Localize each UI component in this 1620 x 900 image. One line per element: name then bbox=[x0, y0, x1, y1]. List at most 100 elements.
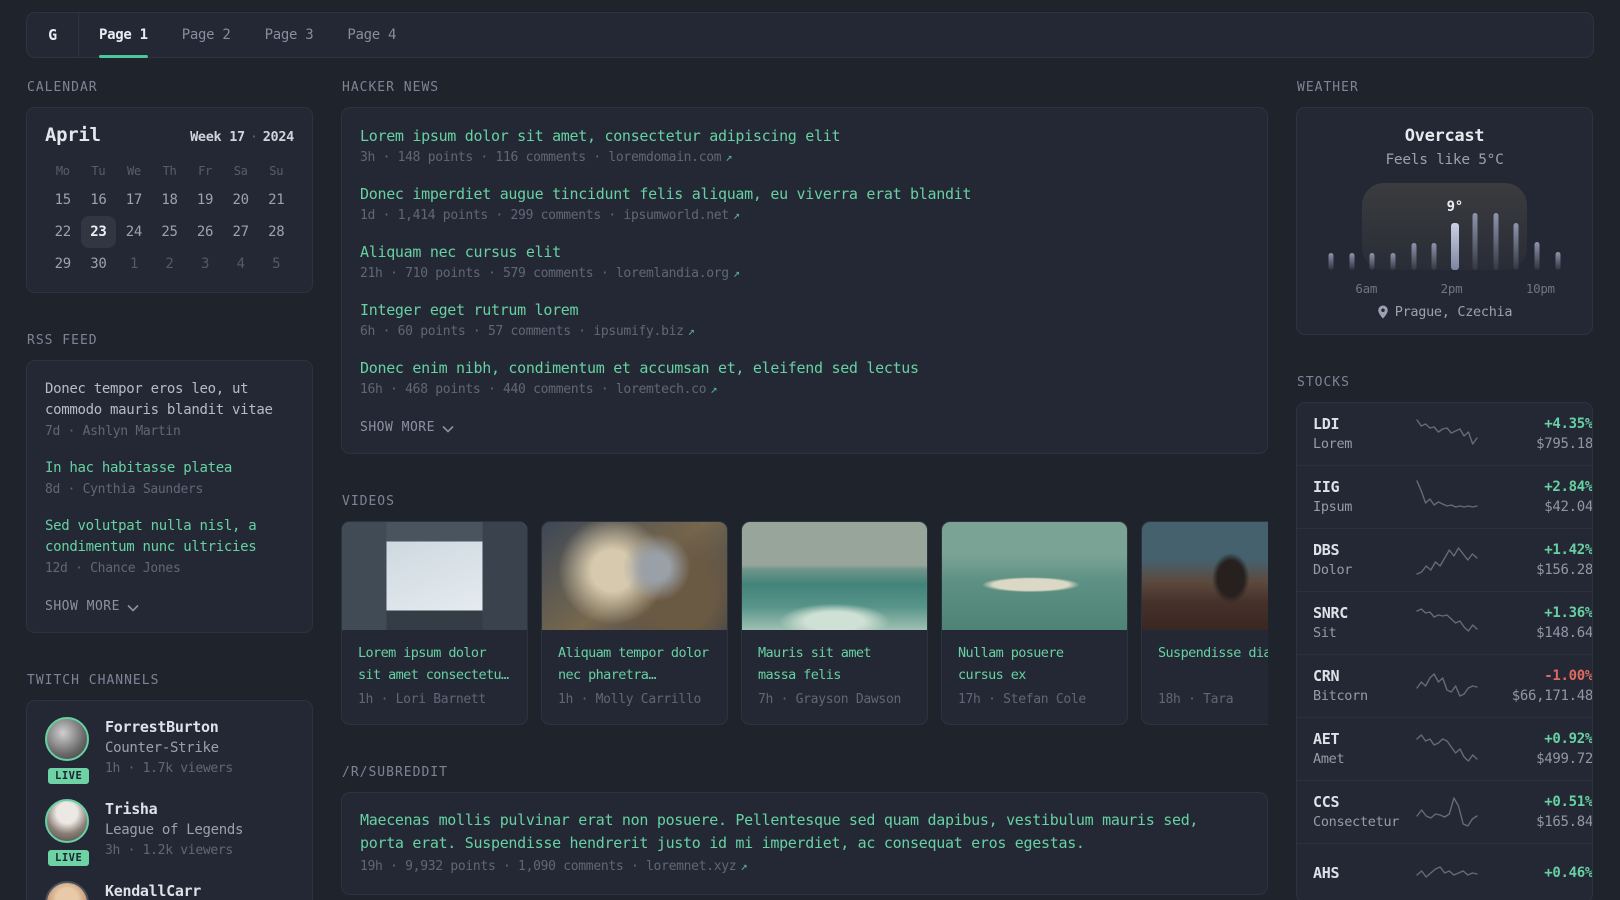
nav-tab-3[interactable]: Page 3 bbox=[265, 13, 314, 57]
section-title-twitch: TWITCH CHANNELS bbox=[27, 673, 160, 688]
stock-sparkline bbox=[1416, 866, 1478, 878]
app-logo[interactable]: G bbox=[27, 13, 79, 57]
stock-row[interactable]: CCS Consectetur +0.51% $165.84 bbox=[1297, 780, 1592, 843]
weather-bar bbox=[1349, 253, 1355, 270]
nav-tab-4[interactable]: Page 4 bbox=[347, 13, 396, 57]
twitch-channel-row[interactable]: KendallCarr bbox=[45, 881, 294, 900]
stock-price: $165.84 bbox=[1536, 814, 1593, 830]
rss-item-title[interactable]: In hac habitasse platea bbox=[45, 458, 294, 479]
section-title-stocks: STOCKS bbox=[1297, 375, 1350, 390]
stock-sparkline-wrap bbox=[1415, 668, 1479, 704]
calendar-day: 1 bbox=[129, 256, 138, 272]
video-thumbnail bbox=[542, 522, 727, 630]
rss-item: Sed volutpat nulla nisl, a condimentum n… bbox=[45, 516, 294, 579]
stock-row[interactable]: LDI Lorem +4.35% $795.18 bbox=[1297, 403, 1592, 465]
section-title-hackernews: HACKER NEWS bbox=[342, 80, 440, 95]
hackernews-item-meta: 16h · 468 points · 440 comments · loremt… bbox=[360, 382, 718, 397]
weather-time-label: 10pm bbox=[1525, 281, 1555, 296]
dot-separator: · bbox=[249, 129, 258, 145]
calendar-day: 19 bbox=[196, 192, 214, 208]
stock-name: Lorem bbox=[1313, 436, 1353, 452]
stock-sparkline-wrap bbox=[1415, 479, 1479, 515]
external-link-icon[interactable]: ↗ bbox=[733, 208, 740, 222]
hackernews-item-title[interactable]: Aliquam nec cursus elit bbox=[360, 242, 1249, 263]
video-card[interactable]: Suspendisse diam 18h · Tara bbox=[1141, 521, 1268, 725]
stock-symbol: CCS bbox=[1313, 793, 1340, 811]
hackernews-item: Donec imperdiet augue tincidunt felis al… bbox=[360, 184, 1249, 226]
stock-values: +1.36% $148.64 bbox=[1489, 603, 1593, 643]
video-thumbnail bbox=[942, 522, 1127, 630]
stock-sparkline bbox=[1416, 734, 1478, 762]
twitch-channel-meta: 3h · 1.2k viewers bbox=[105, 843, 233, 858]
rss-item-title[interactable]: Sed volutpat nulla nisl, a condimentum n… bbox=[45, 516, 294, 558]
avatar bbox=[45, 717, 89, 761]
weather-hour-slot bbox=[1486, 183, 1507, 270]
left-column: CALENDAR April Week 17 · 2024 Mo Tu We Th Fr Sa… bbox=[26, 80, 313, 900]
subreddit-post-title[interactable]: Maecenas mollis pulvinar erat non posuer… bbox=[360, 809, 1249, 855]
twitch-channel-info: Trisha League of Legends 3h · 1.2k viewe… bbox=[105, 799, 244, 861]
stock-price: $148.64 bbox=[1536, 625, 1593, 641]
hackernews-show-more-button[interactable]: SHOW MORE bbox=[360, 418, 454, 435]
calendar-day: 2 bbox=[165, 256, 174, 272]
rss-show-more-button[interactable]: SHOW MORE bbox=[45, 597, 139, 614]
video-card[interactable]: Mauris sit amet massa felis 7h · Grayson… bbox=[741, 521, 928, 725]
stock-id: SNRC Sit bbox=[1313, 603, 1405, 643]
weather-hour-slot bbox=[1403, 183, 1424, 270]
stock-row[interactable]: SNRC Sit +1.36% $148.64 bbox=[1297, 591, 1592, 654]
hackernews-list: Lorem ipsum dolor sit amet, consectetur … bbox=[360, 126, 1249, 400]
external-link-icon[interactable]: ↗ bbox=[733, 266, 740, 280]
external-link-icon[interactable]: ↗ bbox=[740, 859, 747, 873]
nav-tab-1[interactable]: Page 1 bbox=[99, 13, 148, 58]
stock-row[interactable]: AHS +0.46% bbox=[1297, 843, 1592, 900]
calendar-weekday: Mo bbox=[55, 164, 70, 178]
weather-section: WEATHER Overcast Feels like 5°C 9° 6am 2… bbox=[1296, 80, 1593, 335]
external-link-icon[interactable]: ↗ bbox=[725, 150, 732, 164]
external-link-icon[interactable]: ↗ bbox=[688, 324, 695, 338]
stock-sparkline bbox=[1416, 547, 1478, 575]
stock-row[interactable]: IIG Ipsum +2.84% $42.04 bbox=[1297, 465, 1592, 528]
hackernews-item-title[interactable]: Integer eget rutrum lorem bbox=[360, 300, 1249, 321]
stock-sparkline-wrap bbox=[1415, 731, 1479, 767]
video-card-body: Lorem ipsum dolor sit amet consectetu… 1… bbox=[342, 630, 527, 724]
weather-time-labels: 6am 2pm 10pm bbox=[1313, 281, 1576, 296]
rss-item-title[interactable]: Donec tempor eros leo, ut commodo mauris… bbox=[45, 379, 294, 421]
stock-row[interactable]: CRN Bitcorn -1.00% $66,171.48 bbox=[1297, 654, 1592, 717]
calendar-day-selected: 23 bbox=[80, 216, 117, 248]
calendar-weekday: Fr bbox=[198, 164, 212, 178]
stock-row[interactable]: DBS Dolor +1.42% $156.28 bbox=[1297, 528, 1592, 591]
video-meta: 7h · Grayson Dawson bbox=[758, 692, 902, 707]
hackernews-widget: Lorem ipsum dolor sit amet, consectetur … bbox=[341, 107, 1268, 454]
weather-bar bbox=[1411, 243, 1417, 270]
video-card[interactable]: Lorem ipsum dolor sit amet consectetu… 1… bbox=[341, 521, 528, 725]
hackernews-item-meta: 6h · 60 points · 57 comments · ipsumify.… bbox=[360, 324, 695, 339]
section-title-calendar: CALENDAR bbox=[27, 80, 98, 95]
twitch-channel-info: KendallCarr bbox=[105, 881, 201, 900]
weather-time-label: 6am bbox=[1355, 281, 1378, 296]
calendar-weekday: Su bbox=[269, 164, 284, 178]
nav-tab-2[interactable]: Page 2 bbox=[182, 13, 231, 57]
hackernews-item-title[interactable]: Donec enim nibh, condimentum et accumsan… bbox=[360, 358, 1249, 379]
video-title: Nullam posuere cursus ex bbox=[958, 645, 1064, 683]
twitch-channel-info: ForrestBurton Counter-Strike 1h · 1.7k v… bbox=[105, 717, 233, 779]
hackernews-item-meta: 1d · 1,414 points · 299 comments · ipsum… bbox=[360, 208, 740, 223]
stock-price: $156.28 bbox=[1536, 562, 1593, 578]
calendar-day: 28 bbox=[268, 224, 285, 240]
external-link-icon[interactable]: ↗ bbox=[710, 382, 717, 396]
hackernews-item-title[interactable]: Donec imperdiet augue tincidunt felis al… bbox=[360, 184, 1249, 205]
weather-bars: 9° bbox=[1321, 183, 1568, 270]
stock-price: $795.18 bbox=[1536, 436, 1593, 452]
stock-id: LDI Lorem bbox=[1313, 414, 1405, 454]
weather-time-label bbox=[1484, 281, 1505, 296]
hackernews-item-title[interactable]: Lorem ipsum dolor sit amet, consectetur … bbox=[360, 126, 1249, 147]
weather-hour-slot bbox=[1465, 183, 1486, 270]
stock-row[interactable]: AET Amet +0.92% $499.72 bbox=[1297, 717, 1592, 780]
stock-id: CCS Consectetur bbox=[1313, 792, 1405, 832]
weather-bar bbox=[1534, 242, 1540, 270]
video-card[interactable]: Nullam posuere cursus ex 17h · Stefan Co… bbox=[941, 521, 1128, 725]
stock-list: LDI Lorem +4.35% $795.18 IIG Ipsum +2.84… bbox=[1297, 403, 1592, 900]
twitch-channel-row[interactable]: LIVE Trisha League of Legends 3h · 1.2k … bbox=[45, 799, 294, 868]
stock-sparkline bbox=[1416, 608, 1478, 632]
twitch-channel-row[interactable]: LIVE ForrestBurton Counter-Strike 1h · 1… bbox=[45, 717, 294, 786]
weather-time-label bbox=[1555, 281, 1576, 296]
video-card[interactable]: Aliquam tempor dolor nec pharetra… 1h · … bbox=[541, 521, 728, 725]
